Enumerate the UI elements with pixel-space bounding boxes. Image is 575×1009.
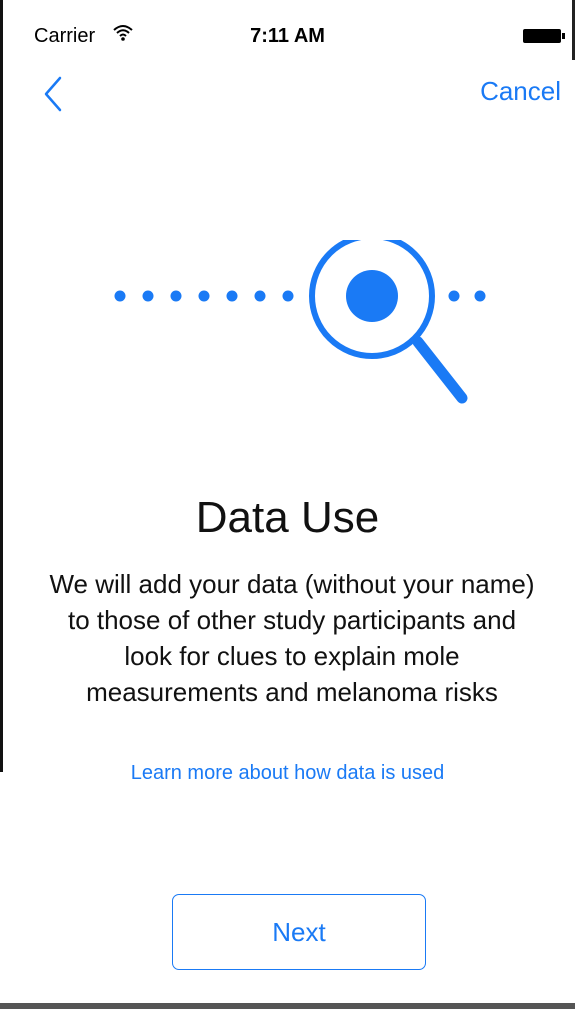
trail-dot [170, 290, 182, 302]
trail-dot [282, 290, 294, 302]
trail-dot [474, 290, 486, 302]
status-time: 7:11 AM [250, 25, 325, 47]
trail-dot [254, 290, 266, 302]
trail-dot [226, 290, 238, 302]
status-bar: Carrier 7:11 AM [0, 0, 575, 76]
back-button[interactable] [40, 72, 80, 116]
magnifying-glass-icon [114, 240, 486, 404]
bottom-edge [0, 1003, 575, 1009]
screen: Carrier 7:11 AM Cancel Data Use We will … [0, 0, 575, 1009]
chevron-left-icon [44, 76, 62, 112]
trail-dot [114, 290, 126, 302]
lens-center-dot [346, 270, 398, 322]
magnifier-handle [412, 336, 468, 404]
next-button[interactable]: Next [172, 894, 426, 970]
cancel-button[interactable]: Cancel [480, 76, 561, 107]
learn-more-link[interactable]: Learn more about how data is used [0, 762, 575, 785]
battery-icon [523, 29, 565, 43]
page-title: Data Use [195, 493, 380, 542]
trail-dot [142, 290, 154, 302]
trail-dot [448, 290, 460, 302]
left-edge [0, 0, 3, 772]
trail-dot [198, 290, 210, 302]
description-text: We will add your data (without your name… [49, 569, 535, 707]
